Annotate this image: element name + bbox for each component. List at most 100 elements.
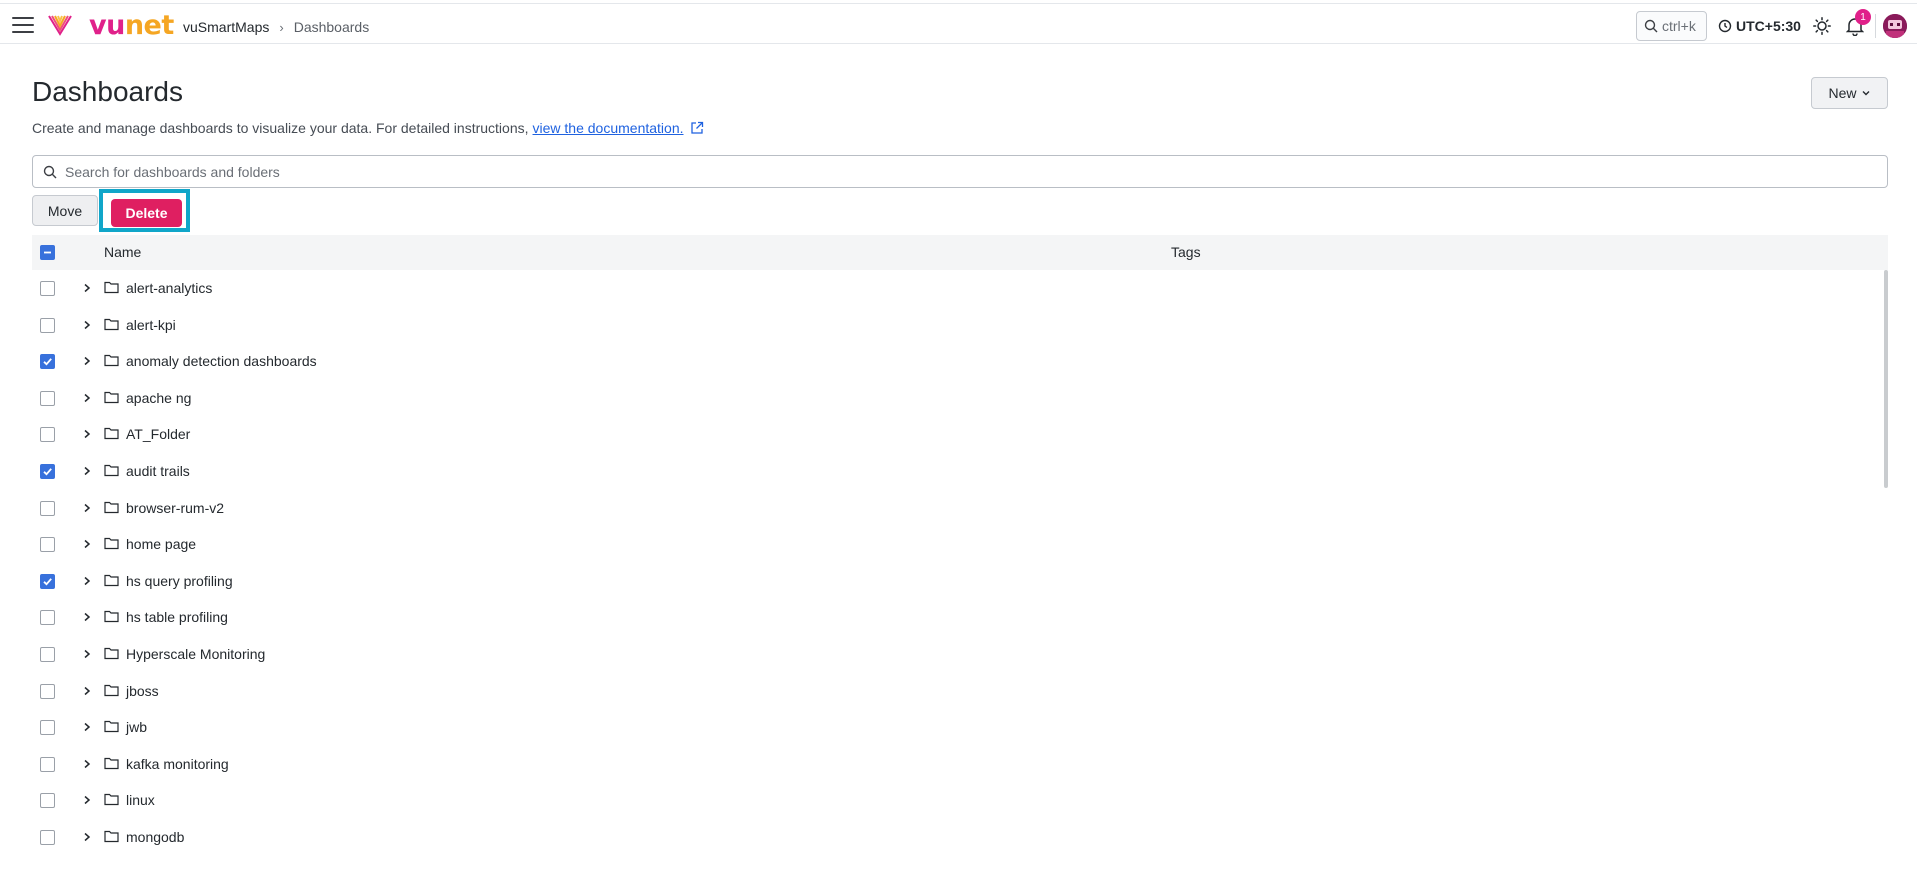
chevron-right-icon[interactable]	[82, 281, 92, 299]
delete-button[interactable]: Delete	[111, 199, 182, 227]
breadcrumb-item-vusmartmaps[interactable]: vuSmartMaps	[183, 19, 269, 35]
chevron-right-icon[interactable]	[82, 537, 92, 555]
documentation-link[interactable]: view the documentation.	[533, 120, 684, 136]
breadcrumb-item-dashboards: Dashboards	[293, 19, 370, 35]
chevron-right-icon[interactable]	[82, 501, 92, 519]
folder-icon	[104, 317, 119, 336]
row-checkbox[interactable]	[40, 537, 55, 553]
table-row[interactable]: anomaly detection dashboards	[32, 343, 1888, 379]
check-icon	[43, 578, 52, 586]
select-all-checkbox[interactable]	[40, 245, 55, 260]
chevron-right-icon[interactable]	[82, 720, 92, 738]
row-checkbox[interactable]	[40, 354, 55, 370]
row-checkbox[interactable]	[40, 573, 55, 589]
row-checkbox[interactable]	[40, 281, 55, 296]
table-row[interactable]: browser-rum-v2	[32, 490, 1888, 526]
breadcrumb: vuSmartMaps › Dashboards	[183, 19, 369, 35]
table-row[interactable]: alert-kpi	[32, 307, 1888, 343]
user-avatar[interactable]	[1883, 14, 1907, 38]
folder-icon	[104, 829, 119, 848]
folder-icon	[104, 683, 119, 702]
chevron-right-icon[interactable]	[82, 318, 92, 336]
description-text: Create and manage dashboards to visualiz…	[32, 120, 529, 136]
chevron-right-icon[interactable]	[82, 610, 92, 628]
row-checkbox[interactable]	[40, 720, 55, 736]
folder-name[interactable]: linux	[126, 792, 155, 808]
brand-logo[interactable]: vunet	[89, 10, 174, 41]
row-checkbox[interactable]	[40, 427, 55, 443]
global-search-button[interactable]: ctrl+k	[1636, 11, 1707, 41]
vunet-logo-icon	[48, 15, 72, 36]
search-shortcut-label: ctrl+k	[1662, 18, 1696, 34]
folder-name[interactable]: browser-rum-v2	[126, 500, 224, 516]
folder-name[interactable]: jwb	[126, 719, 147, 735]
chevron-right-icon: ›	[279, 19, 284, 35]
chevron-right-icon[interactable]	[82, 427, 92, 445]
column-header-name[interactable]: Name	[104, 244, 141, 260]
table-row[interactable]: jwb	[32, 709, 1888, 745]
row-checkbox[interactable]	[40, 830, 55, 845]
row-checkbox[interactable]	[40, 464, 55, 479]
table-row[interactable]: hs table profiling	[32, 599, 1888, 635]
row-checkbox[interactable]	[40, 500, 55, 516]
table-row[interactable]: alert-analytics	[32, 270, 1888, 306]
folder-name[interactable]: jboss	[126, 683, 159, 699]
chevron-right-icon[interactable]	[82, 830, 92, 848]
folder-name[interactable]: kafka monitoring	[126, 756, 229, 772]
row-checkbox[interactable]	[40, 793, 55, 809]
table-row[interactable]: mongodb	[32, 819, 1888, 855]
row-checkbox[interactable]	[40, 683, 55, 699]
table-row[interactable]: AT_Folder	[32, 416, 1888, 452]
search-icon	[43, 165, 57, 178]
table-row[interactable]: apache ng	[32, 380, 1888, 416]
table-row[interactable]: Hyperscale Monitoring	[32, 636, 1888, 672]
table-row[interactable]: kafka monitoring	[32, 746, 1888, 782]
folder-icon	[104, 756, 119, 775]
move-button[interactable]: Move	[32, 195, 98, 226]
folder-name[interactable]: apache ng	[126, 390, 191, 406]
folder-list: alert-analytics alert-kpi anomaly detectio…	[32, 270, 1888, 877]
table-row[interactable]: home page	[32, 526, 1888, 562]
minus-icon	[44, 251, 51, 254]
row-checkbox[interactable]	[40, 647, 55, 662]
folder-name[interactable]: hs query profiling	[126, 573, 233, 589]
folder-name[interactable]: mongodb	[126, 829, 184, 845]
row-checkbox[interactable]	[40, 390, 55, 406]
timezone-selector[interactable]: UTC+5:30	[1718, 18, 1801, 34]
table-row[interactable]: audit trails	[32, 453, 1888, 489]
folder-name[interactable]: alert-analytics	[126, 280, 212, 296]
table-row[interactable]: linux	[32, 782, 1888, 818]
table-row[interactable]: hs query profiling	[32, 563, 1888, 599]
folder-name[interactable]: anomaly detection dashboards	[126, 353, 317, 369]
new-button[interactable]: New	[1811, 77, 1888, 109]
folder-name[interactable]: alert-kpi	[126, 317, 176, 333]
scrollbar[interactable]	[1884, 270, 1888, 488]
folder-name[interactable]: audit trails	[126, 463, 190, 479]
chevron-right-icon[interactable]	[82, 793, 92, 811]
chevron-right-icon[interactable]	[82, 574, 92, 592]
avatar-icon	[1883, 14, 1907, 38]
table-row[interactable]: jboss	[32, 673, 1888, 709]
row-checkbox[interactable]	[40, 756, 55, 772]
chevron-right-icon[interactable]	[82, 391, 92, 409]
chevron-right-icon[interactable]	[82, 684, 92, 702]
folder-name[interactable]: Hyperscale Monitoring	[126, 646, 265, 662]
top-navbar: vunet vuSmartMaps › Dashboards ctrl+k UT…	[0, 3, 1917, 44]
external-link-icon[interactable]	[690, 121, 704, 135]
chevron-right-icon[interactable]	[82, 757, 92, 775]
chevron-right-icon[interactable]	[82, 647, 92, 665]
chevron-right-icon[interactable]	[82, 464, 92, 482]
folder-icon	[104, 792, 119, 811]
dashboard-search-field[interactable]	[32, 155, 1888, 188]
theme-toggle-sun-icon[interactable]	[1813, 17, 1831, 35]
folder-name[interactable]: home page	[126, 536, 196, 552]
search-icon	[1644, 19, 1658, 33]
folder-name[interactable]: AT_Folder	[126, 426, 190, 442]
row-checkbox[interactable]	[40, 317, 55, 333]
chevron-right-icon[interactable]	[82, 354, 92, 372]
folder-icon	[104, 536, 119, 555]
folder-name[interactable]: hs table profiling	[126, 609, 228, 625]
row-checkbox[interactable]	[40, 610, 55, 626]
menu-icon[interactable]	[12, 17, 34, 33]
search-input[interactable]	[63, 162, 1767, 181]
